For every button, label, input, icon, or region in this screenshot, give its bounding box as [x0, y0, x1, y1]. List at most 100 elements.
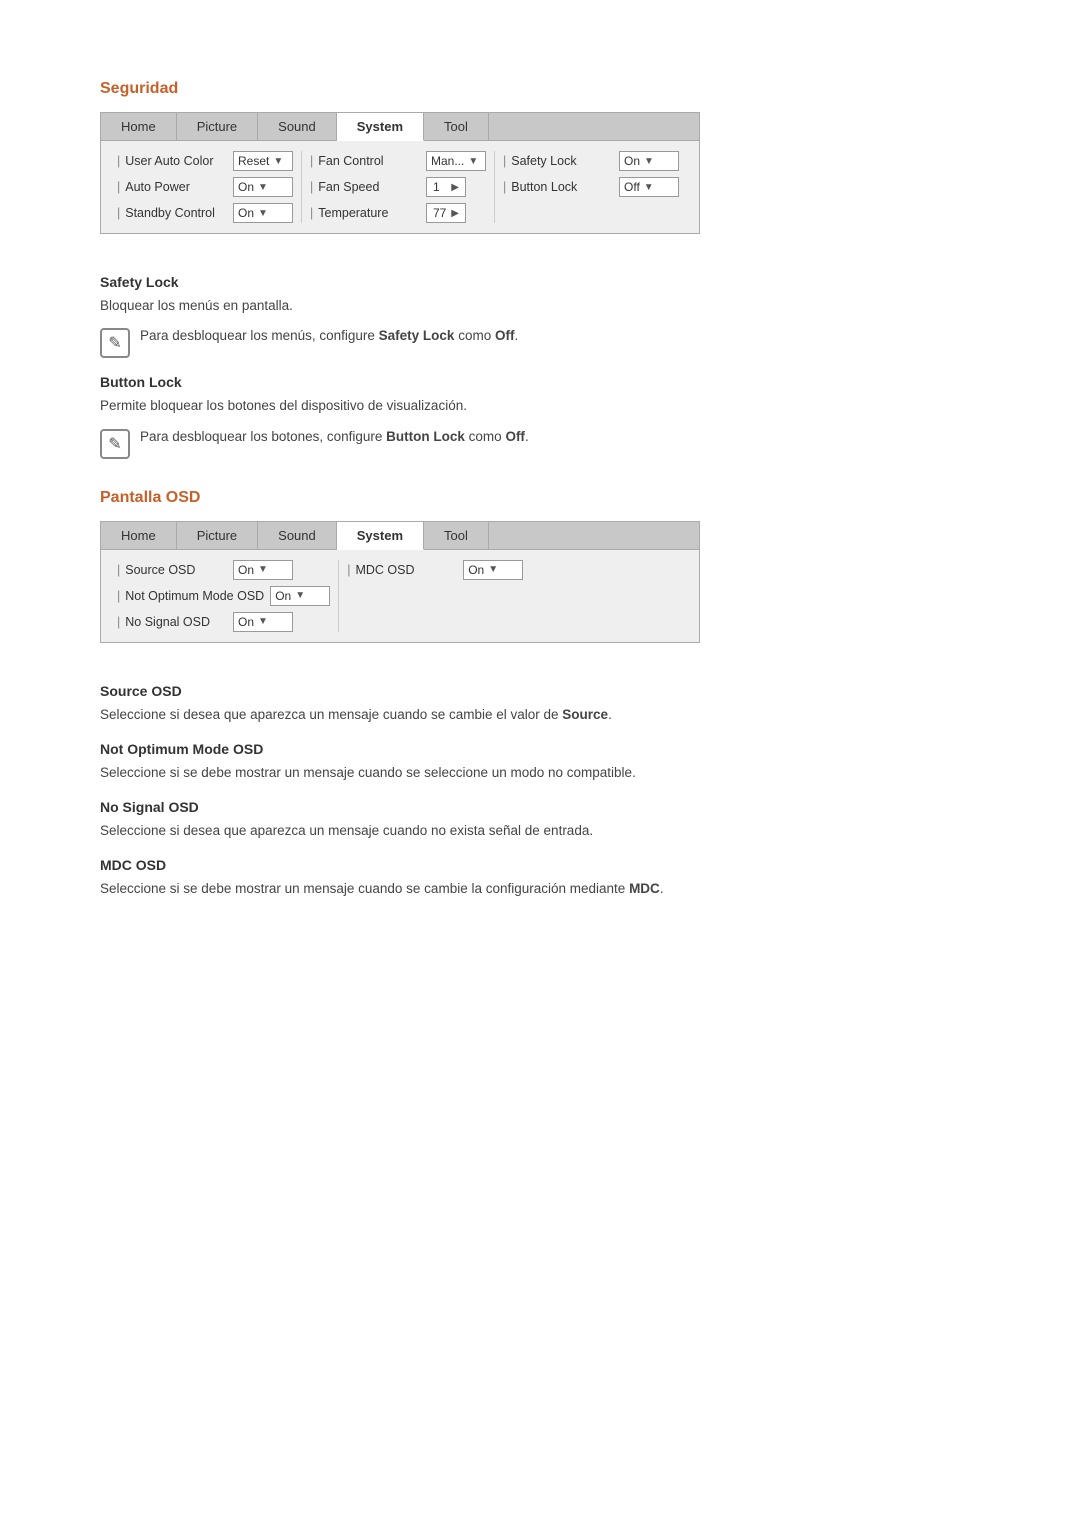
dropdown-arrow: ▼	[258, 616, 268, 627]
panel-row: No Signal OSD On ▼	[117, 612, 330, 632]
nav-control[interactable]: 1▶	[426, 177, 466, 197]
tab-system[interactable]: System	[337, 522, 424, 550]
select-control[interactable]: On ▼	[619, 151, 679, 171]
select-value: On	[468, 563, 484, 577]
dropdown-arrow: ▼	[258, 182, 268, 193]
row-label: Fan Speed	[310, 180, 420, 194]
panel-column-0: Source OSDOn▼Not Optimum Mode OSDOn▼No S…	[109, 560, 339, 632]
nav-control[interactable]: 77 ▶	[426, 203, 466, 223]
body-text: Seleccione si se debe mostrar un mensaje…	[100, 763, 980, 783]
panel-row: Auto Power On ▼	[117, 177, 293, 197]
body-text: Bloquear los menús en pantalla.	[100, 296, 980, 316]
tab-sound[interactable]: Sound	[258, 113, 337, 140]
nav-arrow-icon: ▶	[451, 182, 459, 193]
body-text: Permite bloquear los botones del disposi…	[100, 396, 980, 416]
section-pantalla-osd: Pantalla OSDHomePictureSoundSystemToolSo…	[100, 489, 980, 900]
select-value: Man...	[431, 154, 464, 168]
sub-heading: Safety Lock	[100, 274, 980, 290]
section-title-seguridad: Seguridad	[100, 80, 980, 98]
panel-row: Fan Speed1▶	[310, 177, 486, 197]
dropdown-arrow: ▼	[273, 156, 283, 167]
tab-tool[interactable]: Tool	[424, 522, 489, 549]
select-control[interactable]: On ▼	[233, 612, 293, 632]
panel-row: Temperature 77 ▶	[310, 203, 486, 223]
tab-home[interactable]: Home	[101, 522, 177, 549]
panel-column-1: MDC OSDOn▼	[339, 560, 531, 632]
panel-seguridad: HomePictureSoundSystemTool User Auto Colo…	[100, 112, 700, 234]
select-control[interactable]: On ▼	[463, 560, 523, 580]
tab-tool[interactable]: Tool	[424, 113, 489, 140]
panel-row: Button LockOff▼	[503, 177, 679, 197]
item-1: Button Lock Permite bloquear los botones …	[100, 374, 980, 458]
panel-row: Safety Lock On ▼	[503, 151, 679, 171]
select-control[interactable]: On ▼	[233, 177, 293, 197]
dropdown-arrow: ▼	[258, 564, 268, 575]
select-value: Off	[624, 180, 640, 194]
item-3: MDC OSD Seleccione si se debe mostrar un …	[100, 857, 980, 899]
nav-value: 1	[433, 180, 440, 194]
tab-bar: HomePictureSoundSystemTool	[101, 522, 699, 550]
item-0: Source OSDSeleccione si desea que aparez…	[100, 683, 980, 725]
row-label: User Auto Color	[117, 154, 227, 168]
body-text: Seleccione si desea que aparezca un mens…	[100, 705, 980, 725]
sub-heading: No Signal OSD	[100, 799, 980, 815]
select-value: On	[275, 589, 291, 603]
panel-row: Not Optimum Mode OSD On ▼	[117, 586, 330, 606]
row-label: Fan Control	[310, 154, 420, 168]
select-value: Reset	[238, 154, 269, 168]
note-text: Para desbloquear los menús, configure Sa…	[140, 326, 518, 346]
tab-picture[interactable]: Picture	[177, 522, 258, 549]
section-seguridad: Seguridad HomePictureSoundSystemTool User …	[100, 80, 980, 459]
select-control[interactable]: On ▼	[270, 586, 330, 606]
panel-column-2: Safety Lock On ▼ Button LockOff▼	[495, 151, 687, 223]
note-icon: ✎	[100, 328, 130, 358]
sub-heading: Not Optimum Mode OSD	[100, 741, 980, 757]
panel-column-1: Fan ControlMan...▼Fan Speed1▶Temperature…	[302, 151, 495, 223]
row-label: Standby Control	[117, 206, 227, 220]
nav-value: 77	[433, 206, 446, 220]
panel-row: Source OSD On ▼	[117, 560, 330, 580]
select-value: On	[238, 615, 254, 629]
tab-sound[interactable]: Sound	[258, 522, 337, 549]
item-0: Safety Lock Bloquear los menús en pantall…	[100, 274, 980, 358]
tab-system[interactable]: System	[337, 113, 424, 141]
dropdown-arrow: ▼	[644, 156, 654, 167]
panel-row: Fan Control Man...▼	[310, 151, 486, 171]
sub-heading: Button Lock	[100, 374, 980, 390]
body-text: Seleccione si se debe mostrar un mensaje…	[100, 879, 980, 899]
row-label: Source OSD	[117, 563, 227, 577]
dropdown-arrow: ▼	[488, 564, 498, 575]
tab-picture[interactable]: Picture	[177, 113, 258, 140]
select-control[interactable]: Man...▼	[426, 151, 486, 171]
select-value: On	[238, 563, 254, 577]
row-label: Not Optimum Mode OSD	[117, 589, 264, 603]
row-label: Safety Lock	[503, 154, 613, 168]
select-control[interactable]: Off▼	[619, 177, 679, 197]
item-2: No Signal OSD Seleccione si desea que apa…	[100, 799, 980, 841]
row-label: Temperature	[310, 206, 420, 220]
section-title-pantalla-osd: Pantalla OSD	[100, 489, 980, 507]
row-label: Auto Power	[117, 180, 227, 194]
select-control[interactable]: On▼	[233, 203, 293, 223]
panel-row: MDC OSDOn▼	[347, 560, 523, 580]
select-value: On	[624, 154, 640, 168]
item-1: Not Optimum Mode OSD Seleccione si se deb…	[100, 741, 980, 783]
select-value: On	[238, 206, 254, 220]
nav-arrow-icon: ▶	[451, 208, 459, 219]
panel-row: User Auto Color Reset ▼	[117, 151, 293, 171]
select-value: On	[238, 180, 254, 194]
sub-heading: MDC OSD	[100, 857, 980, 873]
select-control[interactable]: Reset ▼	[233, 151, 293, 171]
dropdown-arrow: ▼	[295, 590, 305, 601]
body-text: Seleccione si desea que aparezca un mens…	[100, 821, 980, 841]
select-control[interactable]: On ▼	[233, 560, 293, 580]
panel-pantalla-osd: HomePictureSoundSystemToolSource OSDOn▼N…	[100, 521, 700, 643]
tab-home[interactable]: Home	[101, 113, 177, 140]
tab-bar: HomePictureSoundSystemTool	[101, 113, 699, 141]
panel-body: Source OSDOn▼Not Optimum Mode OSDOn▼No S…	[101, 550, 699, 642]
note-text: Para desbloquear los botones, configure …	[140, 427, 529, 447]
row-label: No Signal OSD	[117, 615, 227, 629]
panel-column-0: User Auto ColorReset▼Auto PowerOn▼Standb…	[109, 151, 302, 223]
panel-body: User Auto ColorReset▼Auto PowerOn▼Standb…	[101, 141, 699, 233]
note-icon: ✎	[100, 429, 130, 459]
